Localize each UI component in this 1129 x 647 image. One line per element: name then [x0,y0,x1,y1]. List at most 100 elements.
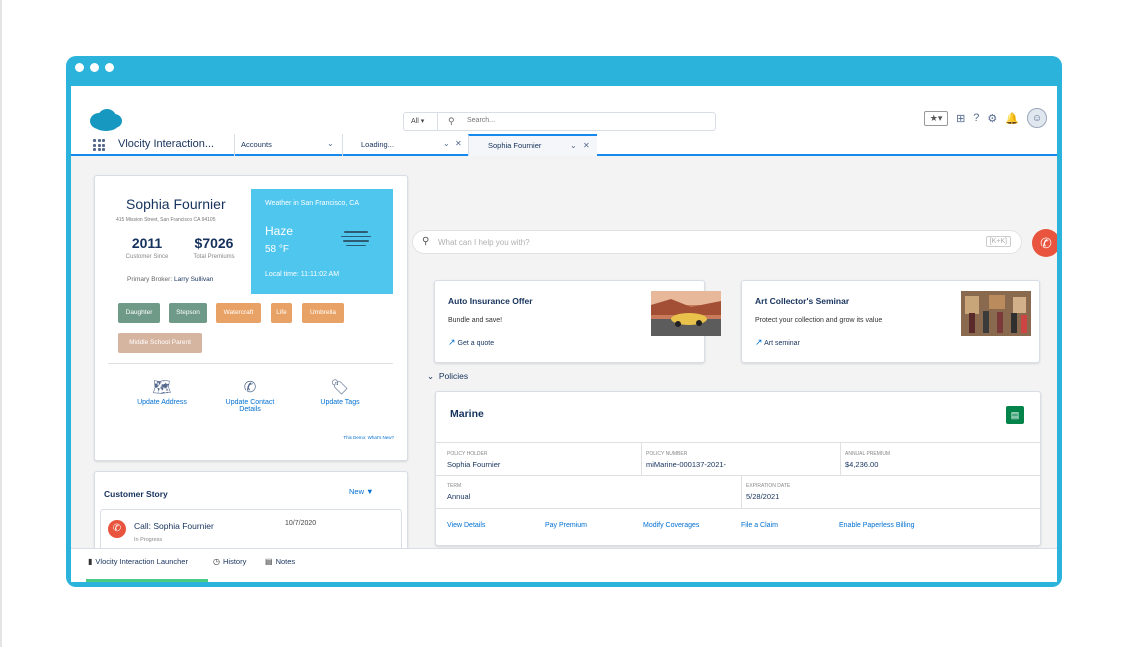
pay-premium-link[interactable]: Pay Premium [545,522,587,529]
add-icon[interactable]: ⊞ [956,112,965,125]
utility-notes[interactable]: ▤ Notes [265,557,295,566]
app-screen: All ▾ ⚲ Search... ★▾ ⊞ ? ⚙ 🔔 ☺ Vlocity I… [71,86,1057,582]
call-icon: ✆ [108,520,126,538]
offer-link[interactable]: ↗ Get a quote [448,337,494,348]
favorites-icon[interactable]: ★▾ [924,110,949,126]
file-a-claim-link[interactable]: File a Claim [741,522,778,529]
policy-holder-field: Policy Holder Sophia Fournier [447,451,500,469]
offer-title: Art Collector's Seminar [755,296,850,306]
softphone-call-button[interactable]: ✆ [1032,229,1057,257]
search-placeholder[interactable]: Search... [467,117,495,124]
tag-life[interactable]: Life [271,303,292,323]
tab-loading[interactable]: Loading... ⌄ ✕ [342,134,468,156]
stat-value: $7026 [194,235,234,251]
divider [436,508,1040,509]
app-launcher-icon[interactable] [93,139,105,151]
close-icon[interactable]: ✕ [583,141,590,150]
clock-icon: ◷ [213,557,220,566]
utility-vlocity-launcher[interactable]: ▮ Vlocity Interaction Launcher [88,557,188,566]
launcher-icon: ▮ [88,557,93,566]
offer-card-auto: Auto Insurance Offer Bundle and save! ↗ … [434,280,721,363]
weather-title: Weather in San Francisco, CA [265,200,360,207]
utility-label: History [222,557,247,566]
stat-label: Customer Since [125,254,169,260]
tab-accounts[interactable]: Accounts ⌄ [234,134,342,156]
assistant-search-placeholder[interactable]: What can I help you with? [438,238,530,247]
update-address-button[interactable]: 🗺 Update Address [130,378,194,406]
stat-total-premiums: $7026 Total Premiums [183,235,245,260]
search-icon: ⚲ [422,236,430,247]
offer-description: Bundle and save! [448,317,503,324]
field-value: miMarine-000137-2021- [646,460,727,469]
close-icon[interactable]: ✕ [455,139,462,148]
assistant-search[interactable]: ⚲ What can I help you with? [K+K] [412,230,1022,254]
arrow-up-right-icon: ↗ [448,337,456,347]
window-dot-maximize[interactable] [105,63,114,72]
customer-address: 415 Mission Street, San Francisco CA 941… [116,217,216,223]
customer-profile-card: Sophia Fournier 415 Mission Street, San … [94,175,408,461]
search-scope-label: All [411,118,419,125]
stat-label: Total Premiums [193,254,235,260]
action-label: Update Tags [320,399,360,406]
window-dot-minimize[interactable] [90,63,99,72]
story-item-date: 10/7/2020 [285,520,317,527]
tag-stepson[interactable]: Stepson [169,303,207,323]
weather-temperature: 58 °F [265,244,290,255]
tag-umbrella[interactable]: Umbrella [302,303,344,323]
search-scope-select[interactable]: All ▾ [404,113,438,130]
update-tags-button[interactable]: 🏷 Update Tags [308,378,372,406]
phone-icon: ✆ [1040,235,1052,251]
policies-section-label: Policies [438,371,469,381]
new-story-dropdown[interactable]: New ▼ [349,487,374,496]
keyboard-shortcut-hint: [K+K] [985,236,1011,247]
modify-coverages-link[interactable]: Modify Coverages [643,522,699,529]
field-label: Annual Premium [845,451,891,457]
enable-paperless-billing-link[interactable]: Enable Paperless Billing [839,522,915,529]
setup-gear-icon[interactable]: ⚙ [987,112,997,125]
tag-middle-school-parent[interactable]: Middle School Parent [118,333,202,353]
policy-number-field: Policy Number miMarine-000137-2021- [646,451,726,469]
offer-link-label: Get a quote [457,340,495,347]
update-contact-details-button[interactable]: ✆ Update Contact Details [217,378,283,413]
chevron-down-icon[interactable]: ⌄ [443,139,450,148]
offer-link-label: Art seminar [764,340,800,347]
weather-widget: Weather in San Francisco, CA Haze 58 °F … [251,189,393,294]
whats-new-link[interactable]: This Demo: What's New? [343,435,394,440]
offer-link[interactable]: ↗ Art seminar [755,337,800,348]
salesforce-logo-icon[interactable] [89,108,123,132]
offer-card-art: Art Collector's Seminar Protect your col… [741,280,1040,363]
tab-label: Loading... [361,140,394,149]
tag-watercraft[interactable]: Watercraft [216,303,261,323]
tag-icon: 🏷 [330,379,350,396]
offer-title: Auto Insurance Offer [448,296,533,306]
global-search[interactable]: All ▾ ⚲ Search... [403,112,716,131]
search-icon: ⚲ [448,116,455,126]
view-details-link[interactable]: View Details [447,522,485,529]
story-item-title[interactable]: Call: Sophia Fournier [134,521,214,531]
notifications-bell-icon[interactable]: 🔔 [1005,112,1019,125]
utility-bar: ▮ Vlocity Interaction Launcher ◷ History ▤… [71,548,1057,582]
chevron-down-icon[interactable]: ⌄ [570,141,577,150]
tab-sophia-fournier[interactable]: Sophia Fournier ⌄ ✕ [468,134,597,156]
primary-broker: Primary Broker: Larry Sullivan [127,276,213,283]
window-dot-close[interactable] [75,63,84,72]
annual-premium-field: Annual Premium $4,236.00 [845,451,890,469]
customer-story-title: Customer Story [104,489,168,499]
policy-document-icon[interactable]: ▤ [1006,406,1024,424]
broker-name: Larry Sullivan [173,276,214,283]
policies-section-toggle[interactable]: ⌄ Policies [427,371,468,382]
help-icon[interactable]: ? [973,112,979,124]
header-utility-icons: ★▾ ⊞ ? ⚙ 🔔 ☺ [924,108,1047,128]
phone-icon: ✆ [243,379,257,396]
user-avatar[interactable]: ☺ [1027,108,1047,128]
tag-daughter[interactable]: Daughter [118,303,160,323]
field-label: Term [447,483,462,489]
action-label: Update Contact Details [225,399,275,413]
term-field: Term Annual [447,483,470,501]
policy-title: Marine [450,408,484,420]
arrow-up-right-icon: ↗ [755,337,763,347]
field-value: 5/28/2021 [746,492,780,501]
utility-history[interactable]: ◷ History [213,557,246,566]
divider [840,442,841,475]
chevron-down-icon[interactable]: ⌄ [327,139,334,148]
